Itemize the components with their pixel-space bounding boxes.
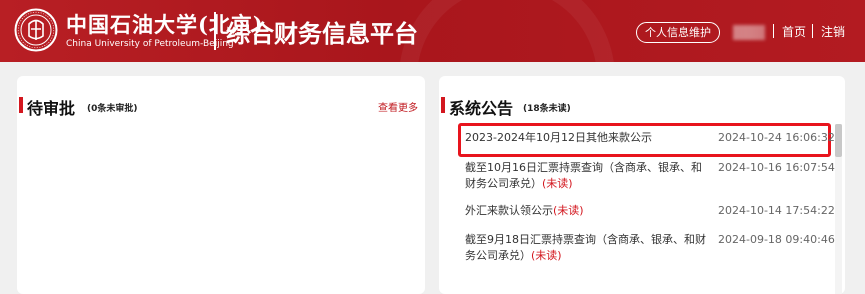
header-separator [812, 24, 813, 38]
notice-title[interactable]: 外汇来款认领公示(未读) [465, 203, 710, 219]
notice-title-text: 截至9月18日汇票持票查询（含商承、银承、和财务公司承兑） [465, 233, 706, 262]
system-notices-title: 系统公告 [449, 99, 514, 118]
profile-settings-button[interactable]: 个人信息维护 [636, 22, 720, 43]
university-seal-logo[interactable] [14, 8, 58, 52]
notice-title[interactable]: 截至10月16日汇票持票查询（含商承、银承、和财务公司承兑）(未读) [465, 160, 710, 192]
notice-time: 2024-09-18 09:40:46 [718, 233, 835, 246]
see-more-link[interactable]: 查看更多 [378, 99, 418, 114]
unread-tag: (未读) [531, 249, 562, 262]
header-watermark [399, 0, 615, 62]
notice-title-text: 2023-2024年10月12日其他来款公示 [465, 131, 652, 144]
notice-title-text: 外汇来款认领公示 [465, 204, 553, 217]
home-link[interactable]: 首页 [782, 23, 806, 40]
notice-title[interactable]: 2023-2024年10月12日其他来款公示 [465, 130, 710, 146]
unread-tag: (未读) [553, 204, 584, 217]
username-redacted [733, 25, 765, 40]
notice-time: 2024-10-14 17:54:22 [718, 204, 835, 217]
top-header: 中国石油大学(北京) China University of Petroleum… [0, 0, 865, 62]
logout-link[interactable]: 注销 [821, 23, 845, 40]
notices-scrollbar-thumb[interactable] [835, 124, 842, 157]
notice-title-text: 截至10月16日汇票持票查询（含商承、银承、和财务公司承兑） [465, 161, 702, 190]
page-scrollbar[interactable] [856, 76, 865, 294]
header-separator [773, 24, 774, 38]
pending-approval-title: 待审批 [27, 99, 76, 118]
pending-approval-panel: 待审批 (0条未审批) 查看更多 [17, 76, 425, 294]
unread-tag: (未读) [542, 177, 573, 190]
notice-time: 2024-10-24 16:06:32 [718, 131, 835, 144]
notice-title[interactable]: 截至9月18日汇票持票查询（含商承、银承、和财务公司承兑）(未读) [465, 232, 710, 264]
university-name-en: China University of Petroleum-Beijing [66, 39, 234, 49]
system-notices-count: (18条未读) [523, 104, 571, 114]
panel-accent-bar [19, 97, 23, 113]
notice-time: 2024-10-16 16:07:54 [718, 161, 835, 174]
system-notices-panel: 系统公告 (18条未读) 2023-2024年10月12日其他来款公示 2024… [439, 76, 845, 294]
system-title: 综合财务信息平台 [226, 20, 418, 48]
title-divider [214, 12, 216, 50]
panel-accent-bar [441, 97, 445, 113]
pending-approval-count: (0条未审批) [87, 104, 138, 114]
